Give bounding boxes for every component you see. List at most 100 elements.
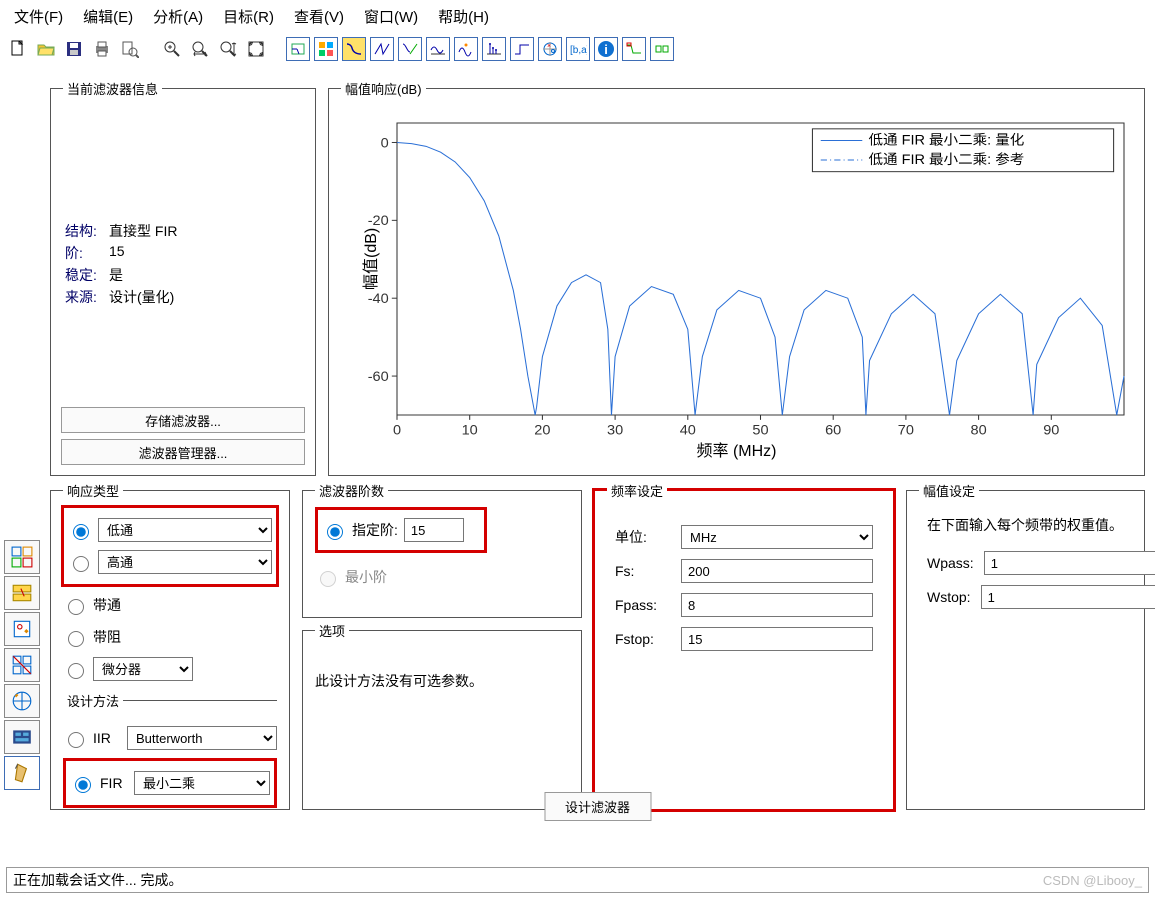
- side-btn-5[interactable]: [4, 684, 40, 718]
- fstop-label: Fstop:: [615, 631, 671, 647]
- magnitude-settings-title: 幅值设定: [919, 481, 979, 500]
- print-preview-icon[interactable]: [118, 37, 142, 61]
- wstop-input[interactable]: [981, 585, 1155, 609]
- fir-select[interactable]: 最小二乘: [134, 771, 270, 795]
- step-response-icon[interactable]: [510, 37, 534, 61]
- highpass-select[interactable]: 高通: [98, 550, 272, 574]
- toolbar: × [b,a] i: [0, 35, 1155, 69]
- bandstop-radio[interactable]: [68, 631, 84, 647]
- design-filter-button[interactable]: 设计滤波器: [544, 792, 651, 821]
- filter-manager-button[interactable]: 滤波器管理器...: [61, 439, 305, 465]
- mag-phase-icon[interactable]: [398, 37, 422, 61]
- zoom-x-icon[interactable]: [188, 37, 212, 61]
- bandpass-radio[interactable]: [68, 599, 84, 615]
- filter-coef-icon[interactable]: [b,a]: [566, 37, 590, 61]
- menu-window[interactable]: 窗口(W): [356, 4, 426, 29]
- fir-label: FIR: [100, 775, 128, 791]
- filter-info-title: 当前滤波器信息: [63, 79, 162, 98]
- filter-order-panel: 滤波器阶数 指定阶: 最小阶: [302, 490, 582, 618]
- mag-spec-icon[interactable]: [622, 37, 646, 61]
- menu-file[interactable]: 文件(F): [6, 4, 71, 29]
- iir-radio[interactable]: [68, 732, 84, 748]
- pole-zero-icon[interactable]: ×: [538, 37, 562, 61]
- wstop-label: Wstop:: [927, 589, 971, 605]
- svg-text:80: 80: [971, 422, 987, 437]
- menu-analyze[interactable]: 分析(A): [145, 4, 211, 29]
- info-stable-label: 稳定:: [65, 265, 109, 285]
- options-panel: 选项 此设计方法没有可选参数。: [302, 630, 582, 810]
- svg-text:i: i: [604, 42, 608, 57]
- fpass-input[interactable]: [681, 593, 873, 617]
- specify-order-input[interactable]: [404, 518, 464, 542]
- ylabel: 幅值(dB): [357, 228, 381, 290]
- fs-input[interactable]: [681, 559, 873, 583]
- svg-text:20: 20: [534, 422, 550, 437]
- highpass-radio[interactable]: [73, 556, 89, 572]
- info-order-label: 阶:: [65, 243, 109, 263]
- side-btn-6[interactable]: [4, 720, 40, 754]
- wpass-input[interactable]: [984, 551, 1155, 575]
- round-trip-icon[interactable]: [650, 37, 674, 61]
- new-file-icon[interactable]: [6, 37, 30, 61]
- coef-view-icon[interactable]: [314, 37, 338, 61]
- iir-select[interactable]: Butterworth: [127, 726, 277, 750]
- menu-edit[interactable]: 编辑(E): [75, 4, 141, 29]
- group-delay-icon[interactable]: [426, 37, 450, 61]
- unit-select[interactable]: MHz: [681, 525, 873, 549]
- menu-view[interactable]: 查看(V): [286, 4, 352, 29]
- svg-text:0: 0: [393, 422, 401, 437]
- unit-label: 单位:: [615, 527, 671, 547]
- diff-select[interactable]: 微分器: [93, 657, 193, 681]
- side-btn-4[interactable]: [4, 648, 40, 682]
- magnitude-settings-panel: 幅值设定 在下面输入每个频带的权重值。 Wpass: Wstop:: [906, 490, 1145, 810]
- svg-text:10: 10: [462, 422, 478, 437]
- min-order-label: 最小阶: [345, 567, 387, 587]
- info-icon[interactable]: i: [594, 37, 618, 61]
- lowpass-select[interactable]: 低通: [98, 518, 272, 542]
- design-method-title: 设计方法: [63, 691, 123, 710]
- print-icon[interactable]: [90, 37, 114, 61]
- save-icon[interactable]: [62, 37, 86, 61]
- iir-label: IIR: [93, 730, 121, 746]
- info-structure-label: 结构:: [65, 221, 109, 241]
- fit-view-icon[interactable]: [244, 37, 268, 61]
- side-btn-1[interactable]: [4, 540, 40, 574]
- svg-text:低通 FIR 最小二乘: 量化: 低通 FIR 最小二乘: 量化: [869, 132, 1025, 147]
- diff-radio[interactable]: [68, 663, 84, 679]
- side-btn-7[interactable]: [4, 756, 40, 790]
- frequency-panel: 频率设定 单位:MHz Fs: Fpass: Fstop:: [594, 490, 894, 810]
- lowpass-radio[interactable]: [73, 524, 89, 540]
- info-source-value: 设计(量化): [109, 287, 174, 307]
- svg-text:低通 FIR 最小二乘: 参考: 低通 FIR 最小二乘: 参考: [869, 151, 1025, 166]
- response-type-panel: 响应类型 低通 高通 带通 带阻 微分器 设计方法 IIRButterworth…: [50, 490, 290, 810]
- magnitude-title: 幅值响应(dB): [341, 79, 426, 98]
- filter-order-title: 滤波器阶数: [315, 481, 388, 500]
- info-source-label: 来源:: [65, 287, 109, 307]
- mag-response-icon[interactable]: [342, 37, 366, 61]
- fstop-input[interactable]: [681, 627, 873, 651]
- zoom-in-icon[interactable]: [160, 37, 184, 61]
- bandstop-label: 带阻: [93, 627, 121, 647]
- side-btn-3[interactable]: [4, 612, 40, 646]
- magnitude-plot: 0-20-40-60 0102030405060708090 低通 FIR 最小…: [397, 123, 1124, 415]
- menu-help[interactable]: 帮助(H): [430, 4, 497, 29]
- bandpass-label: 带通: [93, 595, 121, 615]
- xlabel: 频率 (MHz): [697, 437, 777, 461]
- options-text: 此设计方法没有可选参数。: [315, 673, 483, 689]
- open-file-icon[interactable]: [34, 37, 58, 61]
- svg-text:×: ×: [547, 43, 551, 50]
- zoom-y-icon[interactable]: [216, 37, 240, 61]
- filter-info-panel: 当前滤波器信息 结构:直接型 FIR 阶:15 稳定:是 来源:设计(量化) 存…: [50, 88, 316, 476]
- options-title: 选项: [315, 621, 349, 640]
- info-structure-value: 直接型 FIR: [109, 221, 177, 241]
- fir-radio[interactable]: [75, 777, 91, 793]
- phase-response-icon[interactable]: [370, 37, 394, 61]
- phase-delay-icon[interactable]: [454, 37, 478, 61]
- store-filter-button[interactable]: 存储滤波器...: [61, 407, 305, 433]
- impulse-response-icon[interactable]: [482, 37, 506, 61]
- specify-order-label: 指定阶:: [352, 520, 398, 540]
- side-btn-2[interactable]: [4, 576, 40, 610]
- spec-view-icon[interactable]: [286, 37, 310, 61]
- menu-target[interactable]: 目标(R): [215, 4, 282, 29]
- specify-order-radio[interactable]: [327, 524, 343, 540]
